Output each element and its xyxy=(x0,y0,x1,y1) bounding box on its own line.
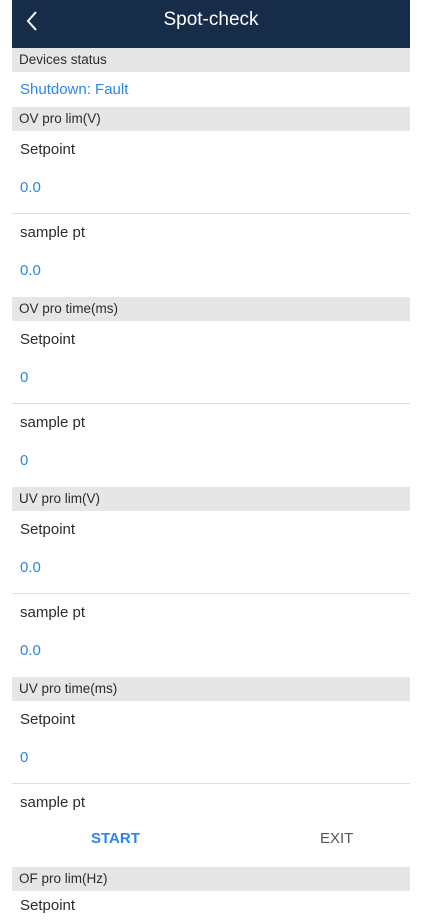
field-label: Setpoint xyxy=(20,897,76,914)
field-label: sample pt xyxy=(20,604,86,621)
field-ov-pro-time-sample-pt[interactable]: sample pt 0 xyxy=(12,404,410,487)
field-uv-pro-lim-sample-pt[interactable]: sample pt 0.0 xyxy=(12,594,410,677)
field-ov-pro-lim-sample-pt[interactable]: sample pt 0.0 xyxy=(12,214,410,297)
field-label: Setpoint xyxy=(20,711,76,728)
field-value: 0 xyxy=(20,749,29,766)
field-value: 0 xyxy=(20,452,29,469)
field-ov-pro-lim-setpoint[interactable]: Setpoint 0.0 xyxy=(12,131,410,214)
field-uv-pro-time-setpoint[interactable]: Setpoint 0 xyxy=(12,701,410,784)
field-label: Setpoint xyxy=(20,521,76,538)
field-label: sample pt xyxy=(20,414,86,431)
spot-check-list: Devices status Shutdown: Fault OV pro li… xyxy=(12,48,410,921)
field-value: 0.0 xyxy=(20,262,41,279)
section-header-devices-status: Devices status xyxy=(12,48,410,72)
section-header-ov-pro-lim: OV pro lim(V) xyxy=(12,107,410,131)
section-header-uv-pro-lim: UV pro lim(V) xyxy=(12,487,410,511)
field-uv-pro-lim-setpoint[interactable]: Setpoint 0.0 xyxy=(12,511,410,594)
action-bar: START EXIT xyxy=(12,823,410,857)
field-label: Setpoint xyxy=(20,331,76,348)
field-of-pro-lim-setpoint[interactable]: Setpoint xyxy=(12,891,410,921)
field-label: sample pt xyxy=(20,224,86,241)
spot-check-screen: Spot-check Devices status Shutdown: Faul… xyxy=(12,0,410,914)
field-label: Setpoint xyxy=(20,141,76,158)
field-value: 0.0 xyxy=(20,642,41,659)
section-header-uv-pro-time: UV pro time(ms) xyxy=(12,677,410,701)
page-title: Spot-check xyxy=(163,9,259,30)
field-label: sample pt xyxy=(20,794,86,811)
field-value: 0.0 xyxy=(20,179,41,196)
section-header-of-pro-lim: OF pro lim(Hz) xyxy=(12,867,410,891)
field-value: 0 xyxy=(20,369,29,386)
app-header: Spot-check xyxy=(12,0,410,48)
exit-button[interactable]: EXIT xyxy=(320,829,353,849)
device-status-value: Shutdown: Fault xyxy=(20,81,129,98)
field-ov-pro-time-setpoint[interactable]: Setpoint 0 xyxy=(12,321,410,404)
section-header-ov-pro-time: OV pro time(ms) xyxy=(12,297,410,321)
field-value: 0.0 xyxy=(20,559,41,576)
start-button[interactable]: START xyxy=(91,829,140,849)
